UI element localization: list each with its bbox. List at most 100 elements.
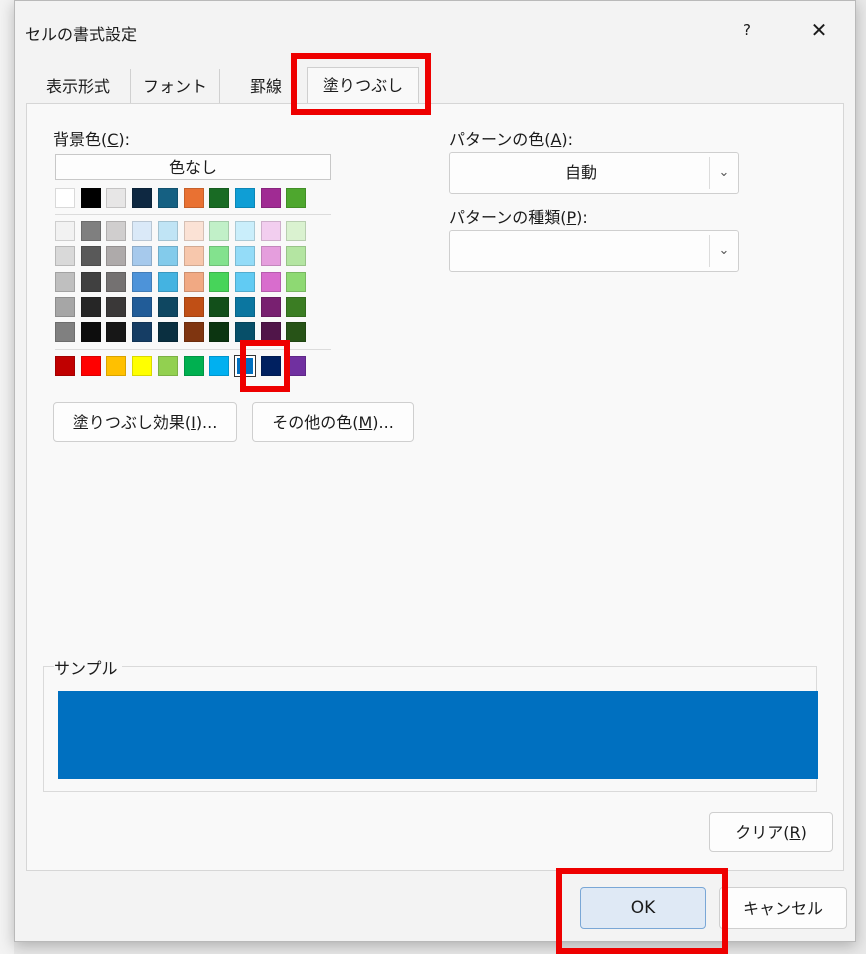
color-swatch[interactable] (209, 296, 229, 317)
color-swatch[interactable] (106, 246, 126, 267)
background-sheet (0, 0, 14, 954)
color-swatch[interactable] (184, 188, 204, 208)
help-button[interactable]: ? (729, 15, 765, 45)
color-swatch[interactable] (81, 322, 101, 343)
color-swatch[interactable] (184, 322, 204, 343)
color-swatch[interactable] (235, 322, 255, 343)
color-swatch[interactable] (184, 296, 204, 317)
color-swatch[interactable] (286, 322, 306, 343)
color-swatch[interactable] (55, 356, 75, 376)
color-swatch[interactable] (184, 356, 204, 376)
color-swatch[interactable] (286, 221, 306, 241)
color-swatch[interactable] (235, 296, 255, 317)
color-swatch[interactable] (106, 356, 126, 376)
color-swatch[interactable] (286, 188, 306, 208)
tab-border[interactable]: 罫線 (226, 69, 306, 103)
no-color-button[interactable]: 色なし (55, 154, 331, 180)
color-swatch[interactable] (158, 271, 178, 292)
color-swatch[interactable] (158, 188, 178, 208)
cancel-button[interactable]: キャンセル (719, 887, 847, 929)
color-swatch[interactable] (261, 322, 281, 343)
color-swatch[interactable] (55, 188, 75, 208)
color-swatch[interactable] (106, 322, 126, 343)
color-swatch[interactable] (106, 271, 126, 292)
tab-font[interactable]: フォント (131, 69, 220, 103)
color-swatch[interactable] (286, 271, 306, 292)
color-swatch[interactable] (209, 322, 229, 343)
color-swatch[interactable] (132, 188, 152, 208)
pattern-style-label: パターンの種類(P): (449, 208, 588, 227)
fill-panel: 背景色(C): 色なし 塗りつぶし効果(I)... その他の色(M)... パタ… (26, 103, 844, 871)
color-swatch[interactable] (106, 221, 126, 241)
palette-divider (55, 214, 331, 215)
color-swatch[interactable] (132, 246, 152, 267)
color-swatch[interactable] (106, 296, 126, 317)
color-swatch[interactable] (106, 188, 126, 208)
color-swatch[interactable] (261, 188, 281, 208)
color-swatch[interactable] (158, 296, 178, 317)
color-swatch[interactable] (55, 322, 75, 343)
color-swatch[interactable] (81, 296, 101, 317)
format-cells-dialog: セルの書式設定 ? ✕ 表示形式 フォント 罫線 塗りつぶし 背景色(C): 色… (14, 0, 856, 942)
color-swatch[interactable] (55, 271, 75, 292)
pattern-color-label: パターンの色(A): (449, 130, 574, 149)
ok-button[interactable]: OK (580, 887, 706, 929)
color-swatch[interactable] (132, 322, 152, 343)
color-swatch[interactable] (234, 355, 256, 377)
color-swatch[interactable] (158, 221, 178, 241)
color-swatch[interactable] (81, 221, 101, 241)
color-swatch[interactable] (286, 246, 306, 267)
color-swatch[interactable] (184, 221, 204, 241)
chevron-down-icon[interactable]: ⌄ (709, 235, 738, 267)
color-swatch[interactable] (235, 188, 255, 208)
palette-divider (55, 349, 331, 350)
pattern-color-value: 自動 (564, 163, 597, 182)
color-swatch[interactable] (81, 188, 101, 208)
background-color-label: 背景色(C): (53, 130, 131, 149)
color-swatch[interactable] (261, 356, 281, 376)
pattern-color-select[interactable]: 自動 ⌄ (449, 152, 739, 194)
color-swatch[interactable] (209, 221, 229, 241)
color-swatch[interactable] (158, 246, 178, 267)
color-swatch[interactable] (261, 271, 281, 292)
close-icon[interactable]: ✕ (801, 15, 837, 45)
color-swatch[interactable] (55, 221, 75, 241)
color-swatch[interactable] (158, 322, 178, 343)
sample-preview (58, 691, 818, 779)
tab-fill[interactable]: 塗りつぶし (307, 67, 419, 105)
sample-label: サンプル (54, 655, 122, 679)
color-swatch[interactable] (286, 356, 306, 376)
chevron-down-icon[interactable]: ⌄ (709, 157, 738, 189)
color-swatch[interactable] (132, 221, 152, 241)
color-swatch[interactable] (81, 246, 101, 267)
color-swatch[interactable] (235, 221, 255, 241)
color-swatch[interactable] (55, 246, 75, 267)
color-swatch[interactable] (209, 188, 229, 208)
color-swatch[interactable] (209, 271, 229, 292)
color-swatch[interactable] (158, 356, 178, 376)
color-swatch[interactable] (261, 296, 281, 317)
more-colors-button[interactable]: その他の色(M)... (252, 402, 414, 442)
fill-effects-button[interactable]: 塗りつぶし効果(I)... (53, 402, 237, 442)
color-swatch[interactable] (209, 356, 229, 376)
color-swatch[interactable] (235, 246, 255, 267)
sample-group: サンプル (43, 655, 818, 792)
color-swatch[interactable] (81, 271, 101, 292)
color-swatch[interactable] (132, 296, 152, 317)
clear-button[interactable]: クリア(R) (709, 812, 833, 852)
color-swatch[interactable] (261, 246, 281, 267)
color-swatch[interactable] (55, 296, 75, 317)
dialog-title: セルの書式設定 (25, 25, 138, 44)
color-swatch[interactable] (184, 271, 204, 292)
color-swatch[interactable] (132, 271, 152, 292)
title-bar: セルの書式設定 ? ✕ (15, 1, 855, 63)
pattern-style-select[interactable]: ⌄ (449, 230, 739, 272)
tab-number-format[interactable]: 表示形式 (26, 69, 131, 103)
color-swatch[interactable] (184, 246, 204, 267)
color-swatch[interactable] (209, 246, 229, 267)
color-swatch[interactable] (286, 296, 306, 317)
color-swatch[interactable] (81, 356, 101, 376)
color-swatch[interactable] (132, 356, 152, 376)
color-swatch[interactable] (235, 271, 255, 292)
color-swatch[interactable] (261, 221, 281, 241)
